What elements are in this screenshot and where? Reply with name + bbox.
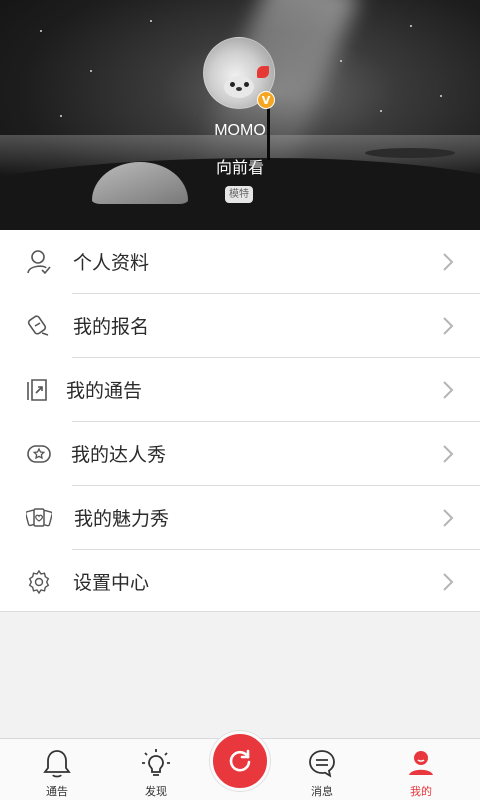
menu-item-label: 我的通告 [66,380,143,402]
tab-messages[interactable]: 消息 [274,739,370,800]
message-icon [309,750,335,778]
menu-item-notices[interactable]: 我的通告 [0,358,480,422]
signature: 向前看 [215,158,264,177]
chevron-right-icon [443,253,454,271]
chevron-right-icon [443,317,454,335]
profile-header: V MOMO 向前看 模特 [0,0,480,230]
chevron-right-icon [443,381,454,399]
menu-item-label: 设置中心 [73,572,150,594]
star [340,60,342,62]
tab-mine[interactable]: 我的 [373,739,469,800]
role-tag: 模特 [225,186,253,203]
star [60,115,62,117]
center-action-button[interactable] [210,731,270,791]
tab-label: 发现 [145,785,167,798]
username: MOMO [214,122,266,139]
cards-heart-icon [26,508,52,527]
avatar-nose [236,87,242,91]
tab-notices[interactable]: 通告 [9,739,105,800]
refresh-icon [229,749,251,772]
star [410,25,412,27]
signup-icon [27,315,49,336]
menu-item-label: 个人资料 [73,252,150,274]
menu-item-label: 我的报名 [73,316,150,338]
profile-menu: 个人资料 我的报名 我的通告 我的达人秀 我的魅力秀 设置中心 [0,230,480,612]
star [150,20,152,22]
menu-item-talent-show[interactable]: 我的达人秀 [0,422,480,486]
bell-icon [43,750,71,778]
menu-item-label: 我的魅力秀 [74,508,170,530]
tab-discover[interactable]: 发现 [108,739,204,800]
menu-item-settings[interactable]: 设置中心 [0,550,480,614]
star [90,70,92,72]
lightbulb-icon [142,749,170,776]
video-star-icon [27,445,51,463]
notice-doc-icon [27,379,47,401]
tab-label: 我的 [410,785,432,798]
menu-item-signup[interactable]: 我的报名 [0,294,480,358]
star [40,30,42,32]
tab-label: 通告 [46,785,68,798]
chevron-right-icon [443,445,454,463]
avatar-eye [230,82,235,87]
star [440,95,442,97]
star [380,110,382,112]
verified-badge: V [257,91,275,109]
person-icon [409,751,433,775]
avatar-eye [244,82,249,87]
user-icon [27,250,51,275]
gear-icon [28,569,50,595]
menu-item-profile[interactable]: 个人资料 [0,230,480,294]
menu-item-charm-show[interactable]: 我的魅力秀 [0,486,480,550]
chevron-right-icon [443,573,454,591]
chevron-right-icon [443,509,454,527]
menu-item-label: 我的达人秀 [71,444,167,466]
tab-label: 消息 [311,785,333,798]
avatar-bow [257,66,269,78]
